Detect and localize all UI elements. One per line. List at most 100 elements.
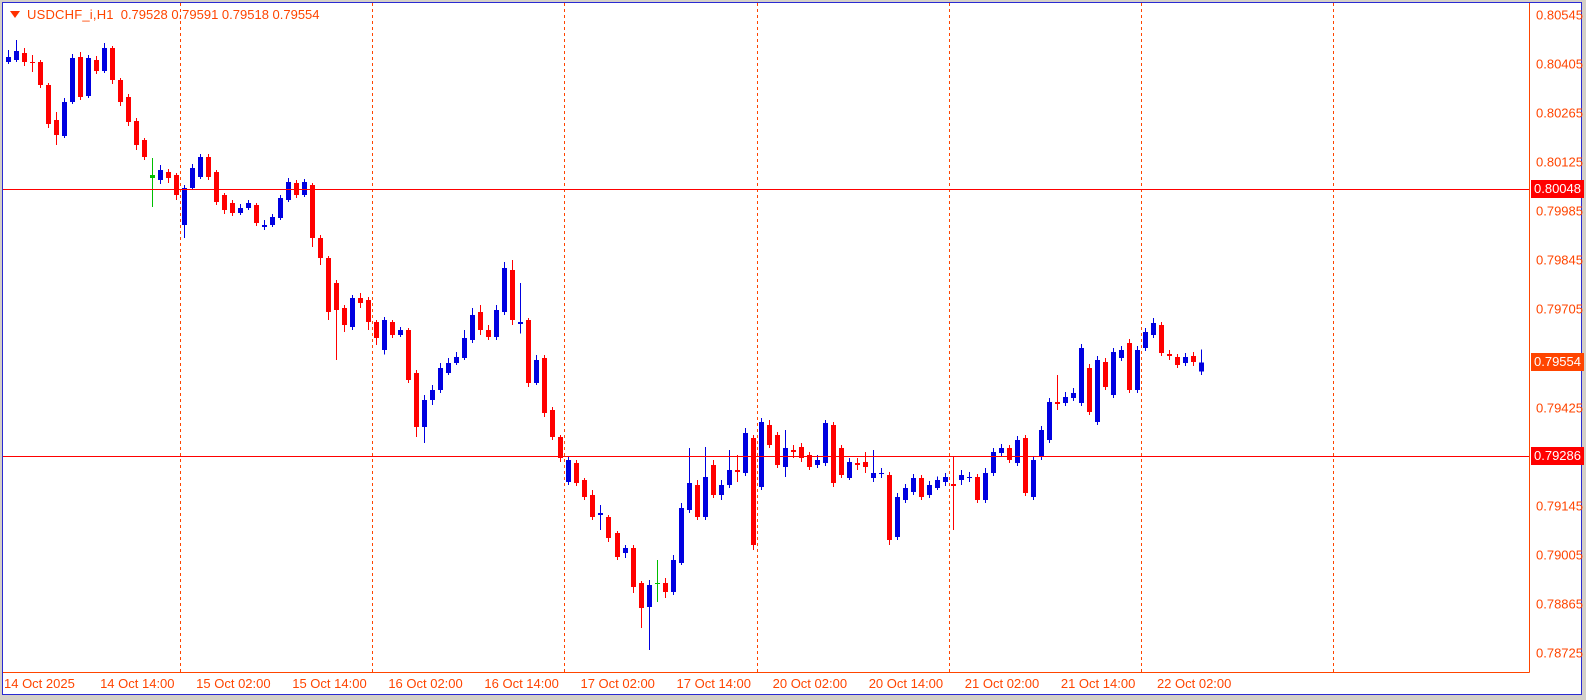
candle [1023,435,1028,496]
time-axis[interactable]: 14 Oct 202514 Oct 14:0015 Oct 02:0015 Oc… [3,674,1530,693]
price-line-badge: 0.79286 [1531,447,1584,465]
candle [14,40,19,62]
candle [406,328,411,383]
candle [78,52,83,100]
candle [799,443,804,462]
candle [374,320,379,345]
candle [222,193,227,214]
candle [206,154,211,180]
price-tick-label: 0.79985 [1536,204,1583,219]
candle [110,46,115,84]
candle [102,43,107,73]
candle [783,430,788,477]
candle [118,78,123,106]
price-axis[interactable]: 0.805450.804050.802650.801250.799850.798… [1530,3,1581,673]
candle [615,531,620,560]
candle [623,545,628,558]
candle [711,460,716,498]
price-tick-label: 0.79845 [1536,253,1583,268]
time-axis-label: 17 Oct 14:00 [677,676,751,691]
candle [462,330,467,360]
candle [959,470,964,485]
price-tick-label: 0.79145 [1536,498,1583,513]
candle [486,325,491,340]
candle [302,179,307,197]
candle [1039,426,1044,460]
candle [879,468,884,478]
candle [1047,398,1052,443]
candle [1175,354,1180,368]
candle [22,48,27,66]
candle [1087,364,1092,415]
candle [1095,356,1100,425]
candle [1055,375,1060,410]
candle [951,457,956,530]
candle [679,503,684,565]
candle [967,472,972,482]
candle [911,474,916,495]
time-axis-label: 16 Oct 02:00 [388,676,462,691]
candle [182,185,187,238]
candle [510,260,515,325]
candle [230,200,235,216]
time-axis-label: 14 Oct 2025 [4,676,75,691]
candle [1127,339,1132,393]
chart-plot[interactable] [3,3,1530,673]
time-axis-label: 15 Oct 14:00 [292,676,366,691]
candle [695,480,700,520]
candle [655,560,660,602]
candle [198,154,203,179]
chart-title-ohlc: 0.79528 0.79591 0.79518 0.79554 [121,7,320,22]
candle [502,262,507,315]
time-axis-label: 20 Oct 02:00 [773,676,847,691]
candle [70,54,75,104]
candle [1007,445,1012,463]
candle [727,450,732,488]
candles-layer [6,40,1204,650]
candle [422,395,427,443]
candle [166,169,171,183]
candle [839,445,844,478]
candle [647,580,652,650]
candle [1135,346,1140,393]
candle [270,214,275,227]
candle [190,164,195,190]
candle [1103,358,1108,390]
time-axis-label: 15 Oct 02:00 [196,676,270,691]
candle [975,474,980,503]
candle [735,455,740,482]
candle [855,458,860,470]
time-axis-label: 21 Oct 02:00 [965,676,1039,691]
candle [246,200,251,210]
candle [238,204,243,215]
candle [214,170,219,205]
candle [1151,318,1156,338]
candle [174,173,179,200]
candle [663,578,668,598]
candle [1183,353,1188,366]
price-tick-label: 0.79705 [1536,302,1583,317]
candle [470,308,475,343]
candle [1191,352,1196,366]
candle [631,545,636,593]
chart-title: USDCHF_i,H1 0.79528 0.79591 0.79518 0.79… [10,7,320,22]
candle [999,444,1004,456]
time-axis-label: 20 Oct 14:00 [869,676,943,691]
candle [598,505,603,530]
candle [46,83,51,128]
candle [350,295,355,330]
candle [558,435,563,462]
candle [382,317,387,355]
candle [262,220,267,230]
candle [446,358,451,375]
time-axis-label: 17 Oct 02:00 [580,676,654,691]
candle [334,280,339,360]
horizontal-lines-layer [3,190,1529,457]
candle [342,305,347,332]
candle [687,448,692,513]
candle [310,183,315,247]
price-tick-label: 0.80545 [1536,8,1583,23]
candle [526,318,531,387]
candle [414,370,419,437]
candle [903,484,908,503]
